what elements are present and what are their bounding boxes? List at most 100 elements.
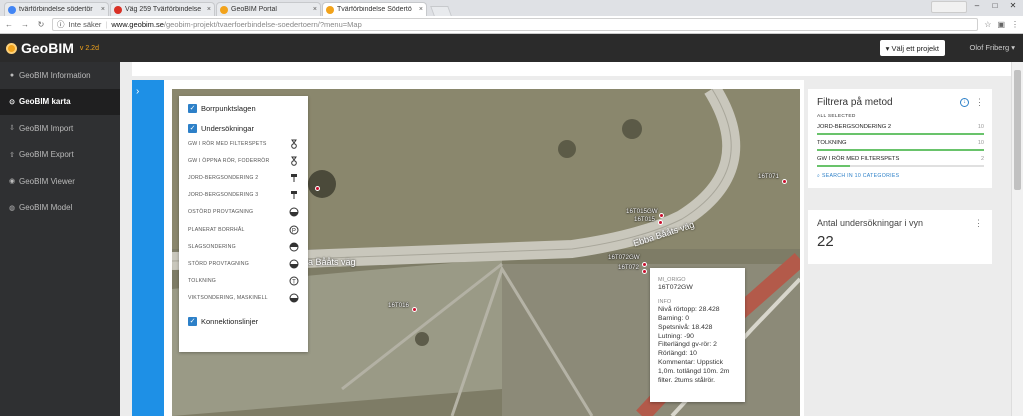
forward-icon[interactable]: → bbox=[20, 20, 30, 29]
borehole-label: 16T071 bbox=[758, 173, 779, 180]
borehole-marker[interactable] bbox=[412, 307, 417, 312]
borehole-marker[interactable] bbox=[658, 220, 663, 225]
insecure-label: Inte säker bbox=[68, 20, 102, 29]
menu-kebab-icon[interactable]: ⋮ bbox=[1011, 20, 1019, 29]
legend-item: JORD-BERGSONDERING 3 bbox=[188, 187, 299, 204]
borehole-label: 16T015 bbox=[634, 216, 655, 223]
popup-line: Nivå rörtopp: 28.428 bbox=[658, 306, 720, 314]
viewer-icon: ◉ bbox=[8, 178, 16, 186]
filter-panel-title: Filtrera på metod bbox=[817, 97, 893, 108]
count-panel: Antal undersökningar i vyn ⋮ 22 bbox=[808, 210, 992, 264]
close-icon[interactable]: × bbox=[101, 6, 105, 13]
legend-borrpunkt[interactable]: ✓ Borrpunktslagen bbox=[188, 101, 299, 115]
popup-source: MI_ORIGO bbox=[658, 277, 686, 283]
borehole-marker[interactable] bbox=[782, 179, 787, 184]
reload-icon[interactable]: ↻ bbox=[36, 20, 46, 29]
filter-bar-fill bbox=[817, 133, 984, 135]
borehole-info-popup: MI_ORIGO 16T072GW INFO Nivå rörtopp: 28.… bbox=[650, 268, 745, 402]
user-menu[interactable]: Olof Friberg ▾ bbox=[970, 43, 1015, 52]
checkbox-checked-icon[interactable]: ✓ bbox=[188, 103, 197, 113]
filter-item[interactable]: GW I RÖR MED FILTERSPETS 2 bbox=[817, 156, 984, 167]
close-icon[interactable]: × bbox=[313, 6, 317, 13]
popup-line: Rörlängd: 10 bbox=[658, 350, 697, 358]
borehole-label: 16T072 bbox=[618, 264, 639, 271]
legend-item: OSTÖRD PROVTAGNING bbox=[188, 204, 299, 221]
close-icon[interactable]: × bbox=[207, 6, 211, 13]
filter-item[interactable]: TOLKNING 10 bbox=[817, 140, 984, 151]
borehole-marker[interactable] bbox=[642, 269, 647, 274]
filter-bar-fill bbox=[817, 149, 984, 151]
popup-line: Spetsnivå: 18.428 bbox=[658, 323, 713, 331]
popup-line: Filterlängd gv-rör: 2 bbox=[658, 341, 717, 349]
weight-sounding-symbol-icon bbox=[289, 293, 299, 303]
svg-text:P: P bbox=[292, 228, 296, 234]
page-scrollbar[interactable] bbox=[1011, 62, 1023, 416]
undisturbed-sampling-symbol-icon bbox=[289, 207, 299, 217]
borehole-label: 16T015GW bbox=[626, 208, 658, 215]
sidebar-item-model[interactable]: ◍ GeoBIM Model bbox=[0, 195, 120, 222]
info-icon[interactable]: ⓘ bbox=[57, 19, 65, 30]
kebab-menu-icon[interactable]: ⋮ bbox=[975, 97, 984, 108]
popup-line: Kommentar: Uppstick 1,0m. totlängd 10m. … bbox=[658, 359, 730, 384]
browser-tab[interactable]: Väg 259 Tvärförbindelse × bbox=[110, 2, 215, 16]
borehole-label: 16T016 bbox=[388, 302, 409, 309]
geobim-logo-icon bbox=[6, 42, 17, 54]
borehole-marker[interactable] bbox=[642, 262, 647, 267]
new-tab-button[interactable] bbox=[430, 6, 452, 16]
legend-item: TOLKNING T bbox=[188, 273, 299, 290]
gw-open-pipe-symbol-icon bbox=[291, 156, 297, 166]
geobim-logo[interactable]: GeoBIM v 2.2d bbox=[6, 40, 99, 56]
close-window-icon[interactable]: ✕ bbox=[1005, 1, 1021, 13]
profile-chip[interactable] bbox=[931, 1, 967, 13]
sidebar-item-import[interactable]: ⇩ GeoBIM Import bbox=[0, 115, 120, 142]
sidebar: ● GeoBIM Information ⊙ GeoBIM karta ⇩ GeoBI… bbox=[0, 62, 120, 416]
borehole-marker[interactable] bbox=[315, 186, 320, 191]
extension-icon[interactable]: ▣ bbox=[997, 20, 1005, 29]
sidebar-item-information[interactable]: ● GeoBIM Information bbox=[0, 62, 120, 89]
filter-item[interactable]: JORD-BERGSONDERING 2 10 bbox=[817, 124, 984, 135]
jb2-symbol-icon bbox=[291, 173, 297, 182]
map-icon: ⊙ bbox=[9, 98, 15, 106]
maximize-icon[interactable]: □ bbox=[987, 1, 1003, 13]
kebab-menu-icon[interactable]: ⋮ bbox=[974, 218, 983, 229]
download-icon[interactable]: ↓ bbox=[960, 98, 969, 107]
sidebar-item-export[interactable]: ⇧ GeoBIM Export bbox=[0, 142, 120, 169]
checkbox-checked-icon[interactable]: ✓ bbox=[188, 317, 197, 327]
scrollbar-thumb[interactable] bbox=[1014, 70, 1021, 190]
panel-toggle-bar[interactable]: › bbox=[132, 80, 164, 416]
url-host: www.geobim.se bbox=[111, 20, 164, 29]
interpretation-symbol-icon: T bbox=[289, 276, 299, 286]
count-panel-title: Antal undersökningar i vyn bbox=[817, 218, 924, 228]
filter-bar-fill bbox=[817, 165, 851, 167]
sidebar-item-viewer[interactable]: ◉ GeoBIM Viewer bbox=[0, 168, 120, 195]
gw-filter-symbol-icon bbox=[291, 139, 297, 149]
google-favicon-icon bbox=[8, 5, 16, 14]
close-icon[interactable]: × bbox=[419, 6, 423, 13]
planned-borehole-symbol-icon: P bbox=[289, 225, 299, 235]
app-version: v 2.2d bbox=[79, 44, 99, 52]
bookmark-star-icon[interactable]: ☆ bbox=[984, 20, 991, 29]
site-favicon-icon bbox=[114, 5, 122, 14]
browser-tab[interactable]: tvärförbindelse södertör × bbox=[4, 2, 109, 16]
sidebar-item-karta[interactable]: ⊙ GeoBIM karta bbox=[0, 88, 120, 115]
popup-line: Lutning: -90 bbox=[658, 332, 694, 340]
browser-toolbar: ← → ↻ ⓘ Inte säker | www.geobim.se/geobi… bbox=[0, 16, 1023, 34]
browser-tab[interactable]: GeoBIM Portal × bbox=[216, 2, 321, 16]
chevron-right-icon: › bbox=[136, 86, 140, 97]
select-project-button[interactable]: ▾ Välj ett projekt bbox=[879, 40, 945, 56]
search-categories-link[interactable]: ⌕ SEARCH IN 10 CATEGORIES bbox=[817, 173, 984, 180]
popup-id: 16T072GW bbox=[658, 284, 693, 292]
geobim-favicon-icon bbox=[220, 5, 228, 14]
all-selected-label: ALL SELECTED bbox=[817, 114, 856, 119]
legend-item: PLANERAT BORRHÅL P bbox=[188, 221, 299, 238]
impact-sounding-symbol-icon bbox=[289, 242, 299, 252]
legend-konnektion[interactable]: ✓ Konnektionslinjer bbox=[188, 315, 299, 329]
legend-undersokningar[interactable]: ✓ Undersökningar bbox=[188, 121, 299, 135]
back-icon[interactable]: ← bbox=[4, 20, 14, 29]
borehole-marker[interactable] bbox=[659, 213, 664, 218]
legend-item: JORD-BERGSONDERING 2 bbox=[188, 169, 299, 186]
minimize-icon[interactable]: – bbox=[969, 1, 985, 13]
address-bar[interactable]: ⓘ Inte säker | www.geobim.se/geobim-proj… bbox=[52, 18, 979, 31]
checkbox-checked-icon[interactable]: ✓ bbox=[188, 123, 197, 133]
browser-tab-active[interactable]: Tvärförbindelse Södertö × bbox=[322, 2, 427, 16]
